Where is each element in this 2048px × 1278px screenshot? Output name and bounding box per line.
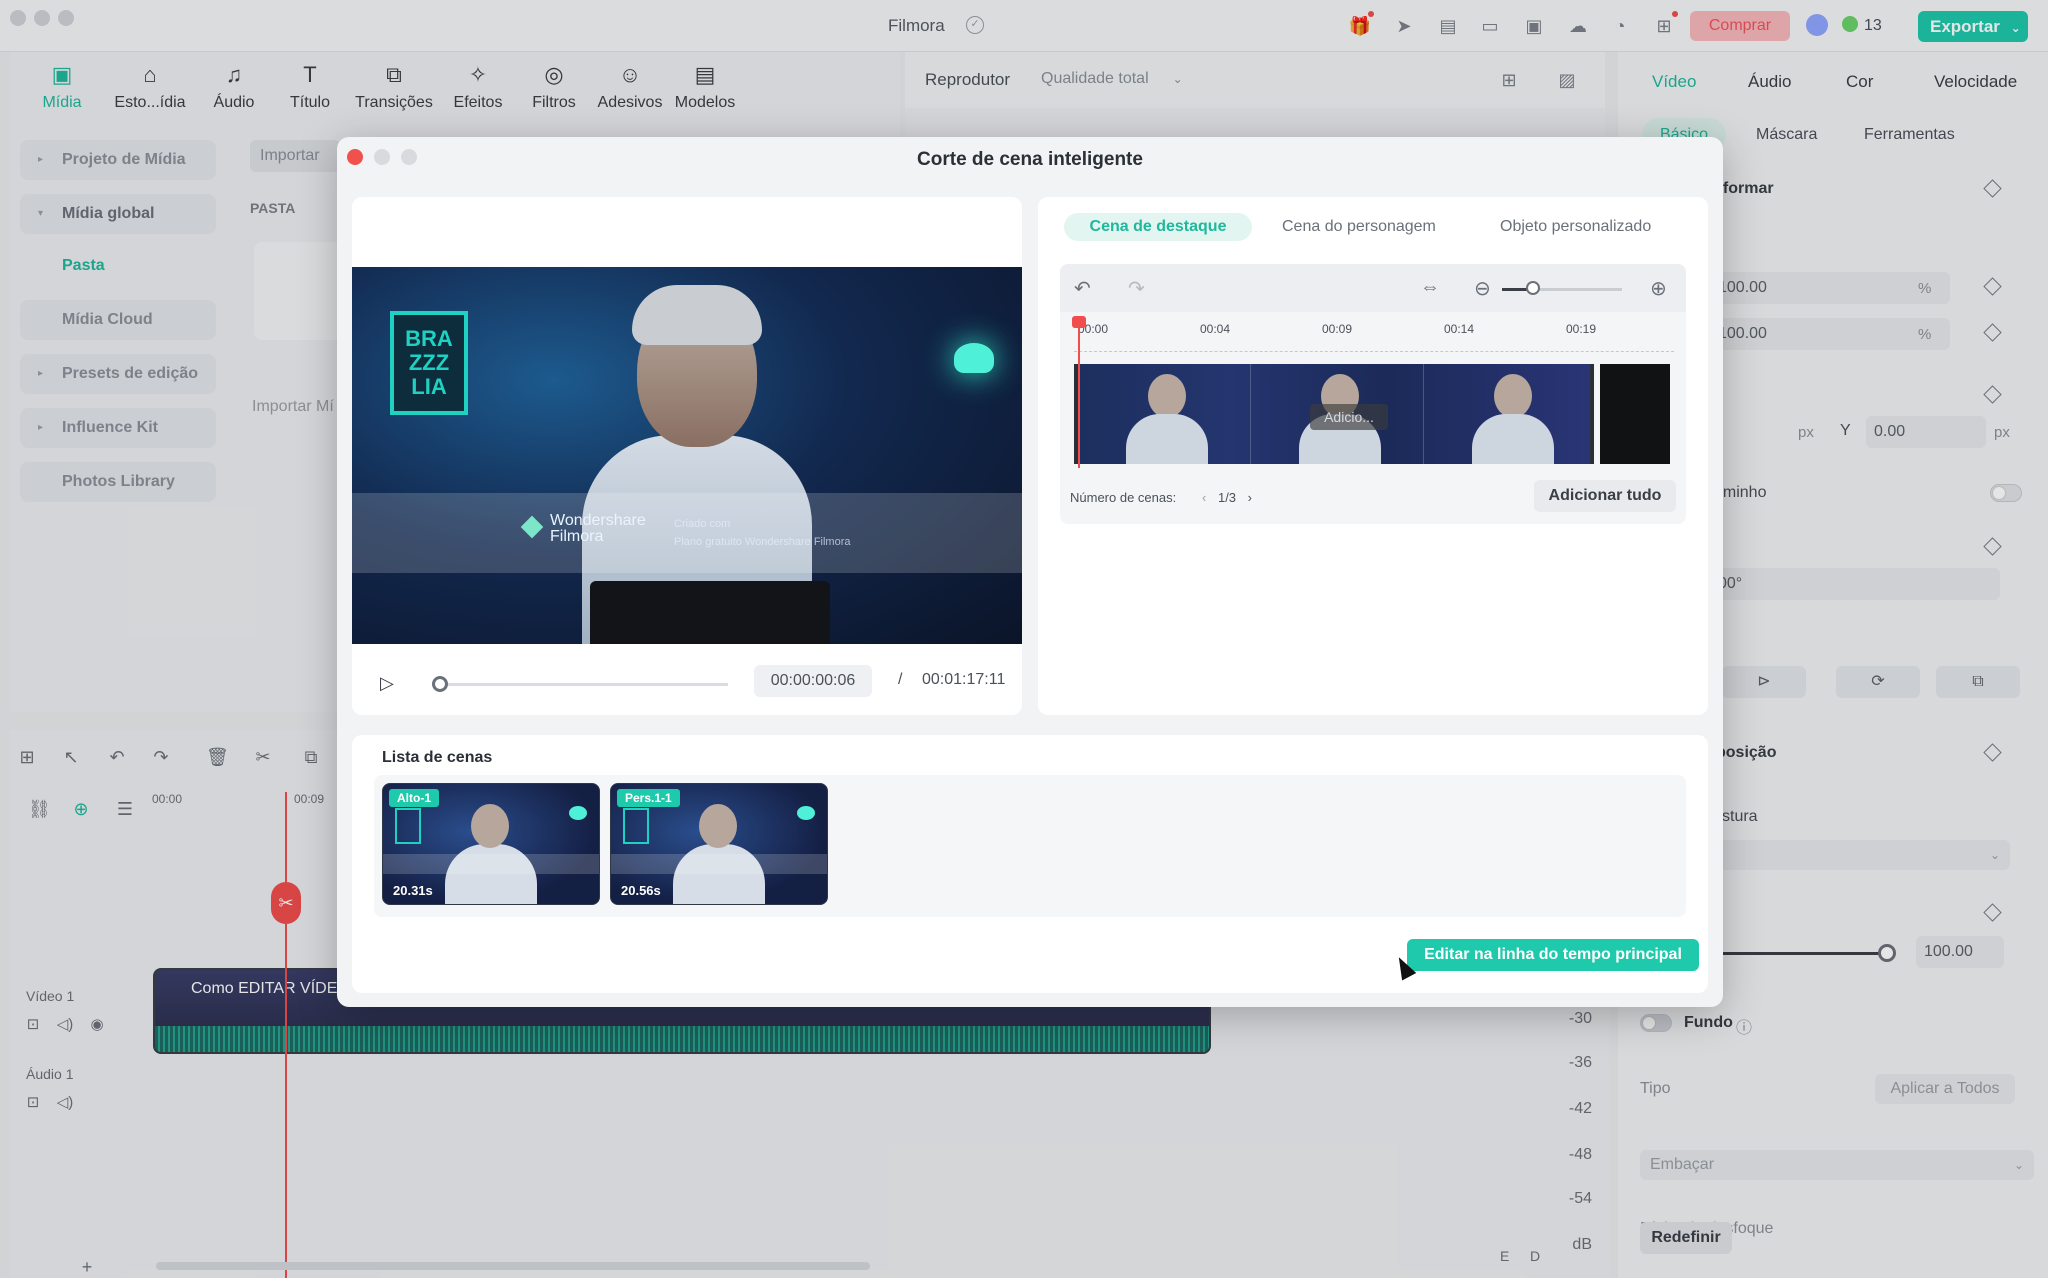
- watermark-line2: Filmora: [550, 528, 604, 545]
- ruler-tick: 00:04: [1200, 322, 1231, 336]
- scene-duration: 20.56s: [621, 883, 661, 898]
- scene-list-title: Lista de cenas: [382, 749, 493, 766]
- scene-duration: 20.31s: [393, 883, 433, 898]
- scene-tag: Pers.1-1: [617, 789, 680, 807]
- zoom-out-icon[interactable]: ⊖: [1474, 276, 1491, 301]
- scene-pager[interactable]: ‹ 1/3 ›: [1202, 490, 1252, 505]
- thumb-sign: [395, 808, 421, 844]
- zoom-in-icon[interactable]: ⊕: [1650, 276, 1667, 301]
- scene-thumbnail[interactable]: Pers.1-1 20.56s: [610, 783, 828, 905]
- watermark-small-text: Criado com Plano gratuito Wondershare Fi…: [674, 515, 851, 551]
- add-all-button[interactable]: Adicionar tudo: [1534, 480, 1676, 512]
- zoom-slider-knob[interactable]: [1526, 281, 1540, 295]
- video-preview[interactable]: BRA ZZZ LIA Wondershare Filmora Criado c…: [352, 267, 1022, 644]
- laptop: [590, 581, 830, 644]
- watermark-small1: Criado com: [674, 518, 731, 530]
- preview-panel: BRA ZZZ LIA Wondershare Filmora Criado c…: [352, 197, 1022, 715]
- scene-thumbnail[interactable]: Alto-1 20.31s: [382, 783, 600, 905]
- total-time: 00:01:17:11: [922, 671, 1006, 688]
- ruler-tick: 00:14: [1444, 322, 1475, 336]
- tab-custom-object[interactable]: Objeto personalizado: [1500, 213, 1651, 241]
- current-time[interactable]: 00:00:00:06: [754, 665, 872, 697]
- ruler-tick: 00:19: [1566, 322, 1597, 336]
- dialog-title: Corte de cena inteligente: [917, 149, 1143, 170]
- thumb-lamp: [797, 806, 815, 820]
- tab-character-scene[interactable]: Cena do personagem: [1282, 213, 1436, 241]
- scene-list: Alto-1 20.31s Pers.1-1 20.56s: [374, 775, 1686, 917]
- scene-editor-toolbar: ↶ ↷ ⇔ ⊖ ⊕: [1060, 264, 1686, 312]
- chevron-left-icon[interactable]: ‹: [1202, 490, 1206, 505]
- filmstrip-end: [1600, 364, 1670, 464]
- thumb-head: [471, 804, 509, 848]
- scene-ruler[interactable]: 00:00 00:04 00:09 00:14 00:19: [1074, 322, 1674, 352]
- filmstrip-frame: [1078, 364, 1251, 464]
- thumb-head: [699, 804, 737, 848]
- scrubber-knob[interactable]: [432, 676, 448, 692]
- redo-icon[interactable]: ↷: [1128, 276, 1145, 301]
- play-icon[interactable]: ▷: [380, 673, 394, 694]
- scene-list-panel: Lista de cenas Alto-1 20.31s Pers.1-1 20…: [352, 735, 1708, 993]
- add-scene-tag[interactable]: Adicio...: [1310, 404, 1388, 430]
- filmstrip-frame: [1424, 364, 1597, 464]
- tab-highlight-scene[interactable]: Cena de destaque: [1064, 213, 1252, 241]
- watermark-text: Wondershare Filmora: [550, 513, 646, 545]
- time-separator: /: [898, 671, 903, 688]
- thumb-band: [611, 854, 827, 874]
- preview-scrubber[interactable]: [438, 683, 728, 686]
- ruler-tick: 00:09: [1322, 322, 1353, 336]
- thumb-lamp: [569, 806, 587, 820]
- presenter-hair: [632, 285, 762, 345]
- neon-sign: BRA ZZZ LIA: [390, 311, 468, 415]
- scene-editor: ↶ ↷ ⇔ ⊖ ⊕ 00:00 00:04 00:09 00:14 00:19: [1060, 264, 1686, 524]
- edit-in-main-timeline-button[interactable]: Editar na linha do tempo principal: [1407, 939, 1699, 971]
- lamp: [954, 343, 994, 373]
- watermark-small2: Plano gratuito Wondershare Filmora: [674, 536, 851, 548]
- smart-scene-cut-dialog: Corte de cena inteligente BRA ZZZ LIA Wo…: [337, 137, 1723, 1007]
- scene-playhead[interactable]: [1078, 320, 1080, 468]
- scene-count-value: 1/3: [1217, 490, 1237, 505]
- undo-icon[interactable]: ↶: [1074, 276, 1091, 301]
- scene-filmstrip[interactable]: Adicio...: [1074, 364, 1597, 464]
- scene-count-label: Número de cenas:: [1070, 490, 1177, 505]
- thumb-sign: [623, 808, 649, 844]
- scene-tag: Alto-1: [389, 789, 439, 807]
- chevron-right-icon[interactable]: ›: [1248, 490, 1252, 505]
- fit-icon[interactable]: ⇔: [1420, 276, 1440, 299]
- scene-panel: Cena de destaque Cena do personagem Obje…: [1038, 197, 1708, 715]
- thumb-band: [383, 854, 599, 874]
- watermark-line1: Wondershare: [550, 512, 646, 529]
